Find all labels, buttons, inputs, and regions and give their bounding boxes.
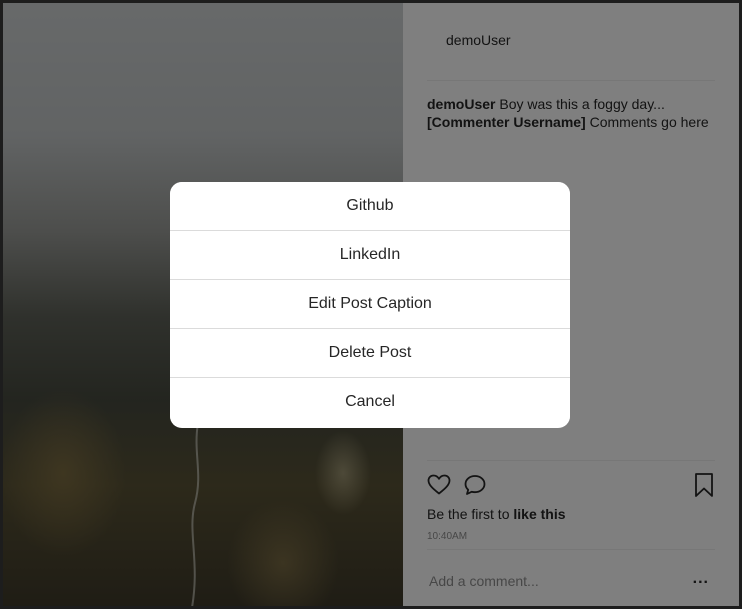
edit-post-caption-button[interactable]: Edit Post Caption xyxy=(170,279,570,328)
cancel-button[interactable]: Cancel xyxy=(170,377,570,426)
options-modal: Github LinkedIn Edit Post Caption Delete… xyxy=(170,182,570,428)
linkedin-button[interactable]: LinkedIn xyxy=(170,230,570,279)
delete-post-button[interactable]: Delete Post xyxy=(170,328,570,377)
github-button[interactable]: Github xyxy=(170,182,570,230)
